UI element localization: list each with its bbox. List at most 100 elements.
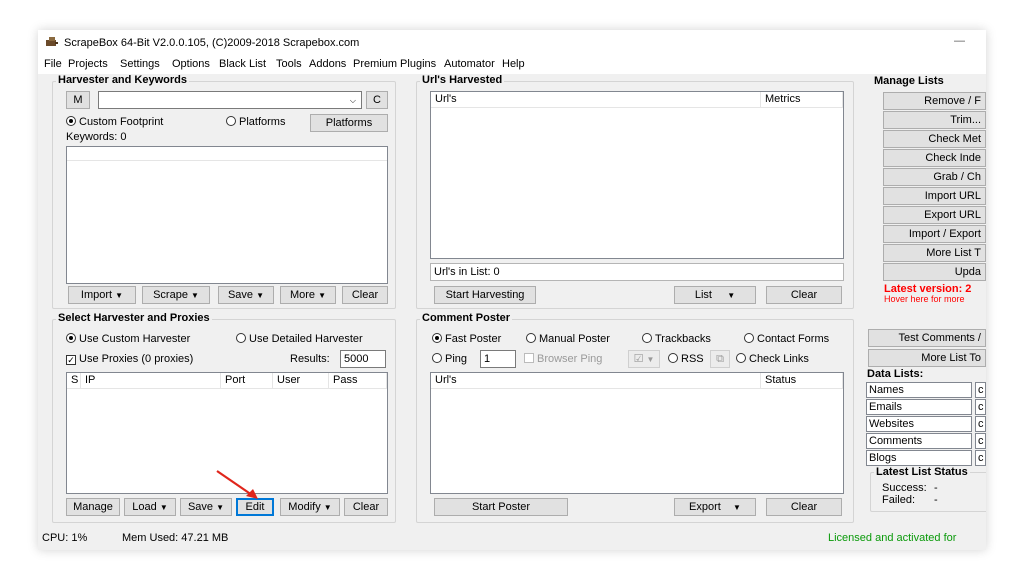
platforms-radio[interactable]: Platforms	[226, 116, 285, 128]
data-list-comments[interactable]: Comments	[866, 433, 972, 449]
col-header-pass[interactable]: Pass	[329, 373, 387, 389]
check-links-radio[interactable]: Check Links	[736, 353, 809, 365]
menu-options[interactable]: Options	[172, 58, 210, 70]
hover-note-label[interactable]: Hover here for more	[884, 294, 965, 304]
data-list-blogs[interactable]: Blogs	[866, 450, 972, 466]
remove-filter-button[interactable]: Remove / F	[883, 92, 986, 110]
menu-file[interactable]: File	[44, 58, 62, 70]
col-header-poster-urls[interactable]: Url's	[431, 373, 761, 389]
browser-ping-label: Browser Ping	[537, 353, 603, 365]
data-list-websites[interactable]: Websites	[866, 416, 972, 432]
trackbacks-radio[interactable]: Trackbacks	[642, 333, 711, 345]
test-comments-button[interactable]: Test Comments /	[868, 329, 986, 347]
custom-harvester-radio[interactable]: Use Custom Harvester	[66, 333, 190, 345]
radio-icon	[668, 353, 678, 363]
load-proxies-button[interactable]: Load ▼	[124, 498, 176, 516]
scrape-button[interactable]: Scrape ▼	[142, 286, 210, 304]
keywords-textarea[interactable]	[66, 146, 388, 284]
custom-harvester-label: Use Custom Harvester	[79, 333, 191, 345]
radio-selected-icon	[432, 333, 442, 343]
data-list-emails-extra[interactable]: c	[975, 399, 986, 415]
footprint-dropdown[interactable]: ⌵	[98, 91, 362, 109]
check-indexed-button[interactable]: Check Inde	[883, 149, 986, 167]
more-button[interactable]: More ▼	[280, 286, 336, 304]
m-button[interactable]: M	[66, 91, 90, 109]
col-header-port[interactable]: Port	[221, 373, 273, 389]
save-keywords-button[interactable]: Save ▼	[218, 286, 274, 304]
more-list-tools-lower-button[interactable]: More List To	[868, 349, 986, 367]
rss-radio[interactable]: RSS	[668, 353, 704, 365]
col-header-ip[interactable]: IP	[81, 373, 221, 389]
detailed-harvester-label: Use Detailed Harvester	[249, 333, 363, 345]
clear-poster-button[interactable]: Clear	[766, 498, 842, 516]
radio-icon	[642, 333, 652, 343]
browser-ping-options-button[interactable]: ☑ ▼	[628, 350, 660, 368]
col-header-metrics[interactable]: Metrics	[761, 92, 843, 108]
col-header-urls[interactable]: Url's	[431, 92, 761, 108]
menu-blacklist[interactable]: Black List	[219, 58, 266, 70]
success-label: Success:	[882, 482, 927, 494]
checkmark-icon: ✓	[66, 355, 76, 365]
import-button[interactable]: Import ▼	[68, 286, 136, 304]
manage-proxies-button[interactable]: Manage	[66, 498, 120, 516]
clear-proxies-button[interactable]: Clear	[344, 498, 388, 516]
start-poster-button[interactable]: Start Poster	[434, 498, 568, 516]
fast-poster-radio[interactable]: Fast Poster	[432, 333, 501, 345]
radio-icon	[744, 333, 754, 343]
data-list-blogs-extra[interactable]: c	[975, 450, 986, 466]
browser-ping-checkbox[interactable]: Browser Ping	[524, 353, 602, 365]
keywords-header-row	[67, 147, 387, 161]
ping-input[interactable]: 1	[480, 350, 516, 368]
urls-harvested-list[interactable]: Url's Metrics	[430, 91, 844, 259]
use-proxies-checkbox[interactable]: ✓ Use Proxies (0 proxies)	[66, 353, 193, 365]
menu-tools[interactable]: Tools	[276, 58, 302, 70]
export-poster-button[interactable]: Export ▼	[674, 498, 756, 516]
custom-footprint-radio[interactable]: Custom Footprint	[66, 116, 163, 128]
export-url-button[interactable]: Export URL	[883, 206, 986, 224]
check-links-label: Check Links	[749, 353, 809, 365]
data-list-emails[interactable]: Emails	[866, 399, 972, 415]
clear-keywords-button[interactable]: Clear	[342, 286, 388, 304]
license-status: Licensed and activated for	[828, 532, 957, 544]
clear-urls-button[interactable]: Clear	[766, 286, 842, 304]
minimize-button[interactable]: —	[954, 35, 965, 47]
menu-settings[interactable]: Settings	[120, 58, 160, 70]
data-list-comments-extra[interactable]: c	[975, 433, 986, 449]
contact-forms-label: Contact Forms	[757, 333, 830, 345]
memory-usage: Mem Used: 47.21 MB	[122, 532, 229, 544]
update-button[interactable]: Upda	[883, 263, 986, 281]
menu-premium-plugins[interactable]: Premium Plugins	[353, 58, 436, 70]
radio-icon	[736, 353, 746, 363]
ping-radio[interactable]: Ping	[432, 353, 467, 365]
platforms-button[interactable]: Platforms	[310, 114, 388, 132]
poster-urls-list[interactable]: Url's Status	[430, 372, 844, 494]
more-list-tools-button[interactable]: More List T	[883, 244, 986, 262]
trim-button[interactable]: Trim...	[883, 111, 986, 129]
manual-poster-radio[interactable]: Manual Poster	[526, 333, 610, 345]
menu-automator[interactable]: Automator	[444, 58, 495, 70]
menu-addons[interactable]: Addons	[309, 58, 346, 70]
check-metrics-button[interactable]: Check Met	[883, 130, 986, 148]
list-button[interactable]: List ▼	[674, 286, 756, 304]
col-header-user[interactable]: User	[273, 373, 329, 389]
menu-help[interactable]: Help	[502, 58, 525, 70]
app-window: ScrapeBox 64-Bit V2.0.0.105, (C)2009-201…	[38, 30, 986, 550]
contact-forms-radio[interactable]: Contact Forms	[744, 333, 829, 345]
data-list-names[interactable]: Names	[866, 382, 972, 398]
results-input[interactable]: 5000	[340, 350, 386, 368]
modify-proxies-button[interactable]: Modify ▼	[280, 498, 340, 516]
rss-options-button[interactable]: ⧉	[710, 350, 730, 368]
detailed-harvester-radio[interactable]: Use Detailed Harvester	[236, 333, 363, 345]
import-url-button[interactable]: Import URL	[883, 187, 986, 205]
grab-check-button[interactable]: Grab / Ch	[883, 168, 986, 186]
data-list-names-extra[interactable]: c	[975, 382, 986, 398]
checkbox-icon: ☑	[633, 353, 644, 365]
data-list-websites-extra[interactable]: c	[975, 416, 986, 432]
menu-projects[interactable]: Projects	[68, 58, 108, 70]
trackbacks-label: Trackbacks	[655, 333, 711, 345]
import-export-button[interactable]: Import / Export	[883, 225, 986, 243]
start-harvesting-button[interactable]: Start Harvesting	[434, 286, 536, 304]
c-button[interactable]: C	[366, 91, 388, 109]
col-header-status[interactable]: Status	[761, 373, 843, 389]
col-header-s[interactable]: S	[67, 373, 81, 389]
